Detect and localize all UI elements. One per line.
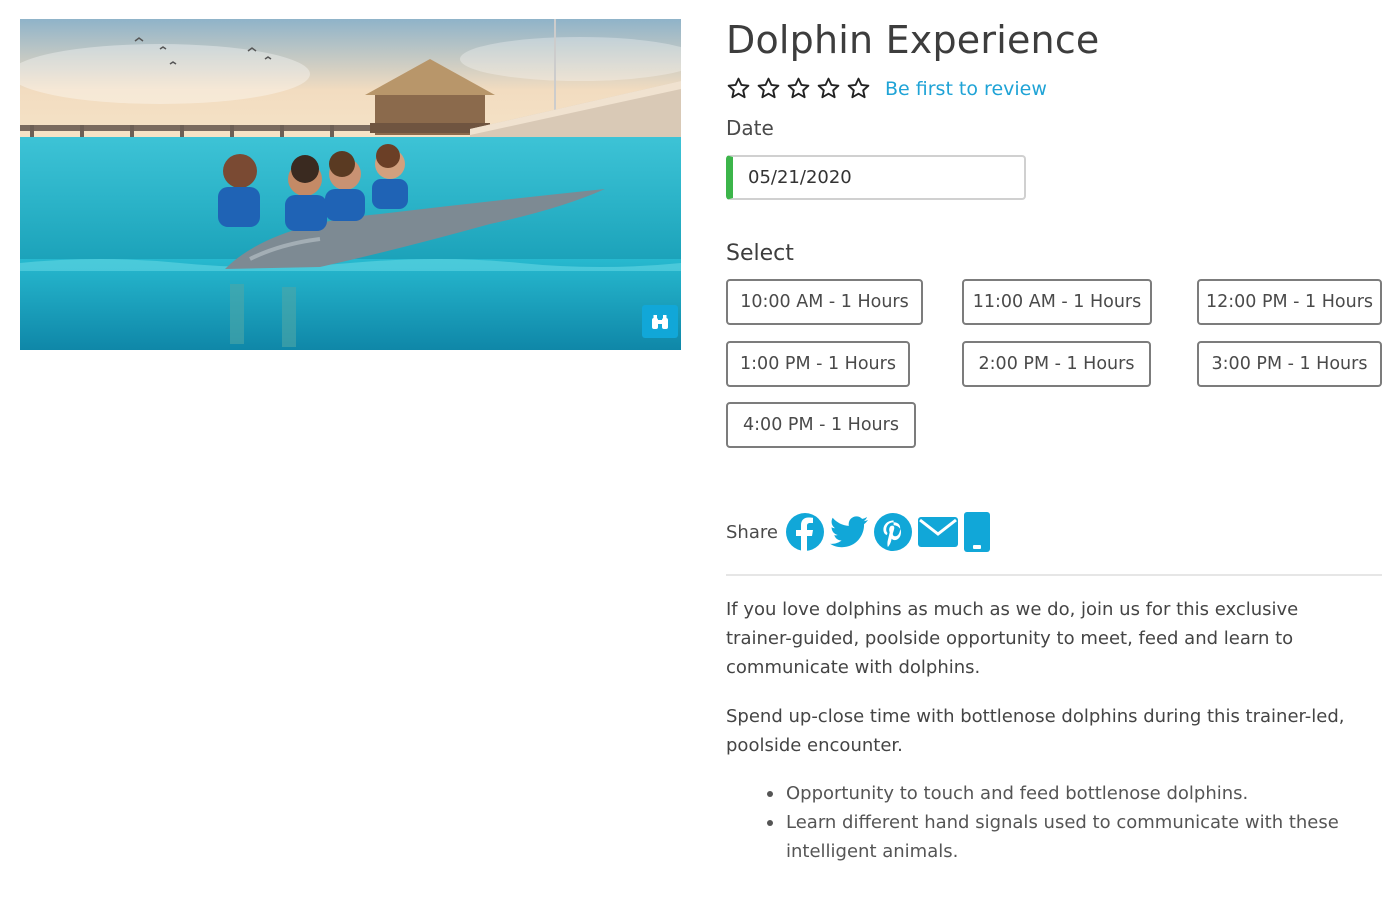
share-label: Share [726,521,778,543]
star-icon[interactable] [846,76,871,101]
star-icon[interactable] [816,76,841,101]
star-icon[interactable] [756,76,781,101]
star-icon[interactable] [786,76,811,101]
divider [726,574,1382,576]
select-label: Select [726,241,794,266]
email-icon[interactable] [917,517,958,547]
date-field[interactable] [726,155,1026,200]
description-paragraph: If you love dolphins as much as we do, j… [726,599,1299,678]
highlights-list: Opportunity to touch and feed bottlenose… [726,779,1382,866]
gallery-button[interactable] [642,305,678,338]
twitter-icon[interactable] [829,515,868,549]
time-slot-button[interactable]: 11:00 AM - 1 Hours [962,279,1152,325]
description-paragraph: Spend up-close time with bottlenose dolp… [726,706,1345,756]
hero-image[interactable] [20,19,681,350]
star-rating[interactable] [726,76,871,101]
binoculars-icon [652,314,668,329]
facebook-icon[interactable] [785,513,824,551]
time-slot-button[interactable]: 12:00 PM - 1 Hours [1197,279,1382,325]
list-item: Learn different hand signals used to com… [767,808,1382,866]
list-item: Opportunity to touch and feed bottlenose… [767,779,1382,808]
time-slot-button[interactable]: 3:00 PM - 1 Hours [1197,341,1382,387]
date-label: Date [726,116,774,140]
time-slot-button[interactable]: 4:00 PM - 1 Hours [726,402,916,448]
share-bar: Share [726,512,996,552]
rating-row: Be first to review [726,76,1047,101]
mobile-icon[interactable] [963,512,990,552]
time-slot-button[interactable]: 10:00 AM - 1 Hours [726,279,923,325]
star-icon[interactable] [726,76,751,101]
time-slot-button[interactable]: 1:00 PM - 1 Hours [726,341,910,387]
pinterest-icon[interactable] [873,513,912,551]
time-slot-button[interactable]: 2:00 PM - 1 Hours [962,341,1151,387]
dolphin-photo [20,19,681,350]
review-link[interactable]: Be first to review [885,78,1047,100]
page-title: Dolphin Experience [726,18,1100,62]
